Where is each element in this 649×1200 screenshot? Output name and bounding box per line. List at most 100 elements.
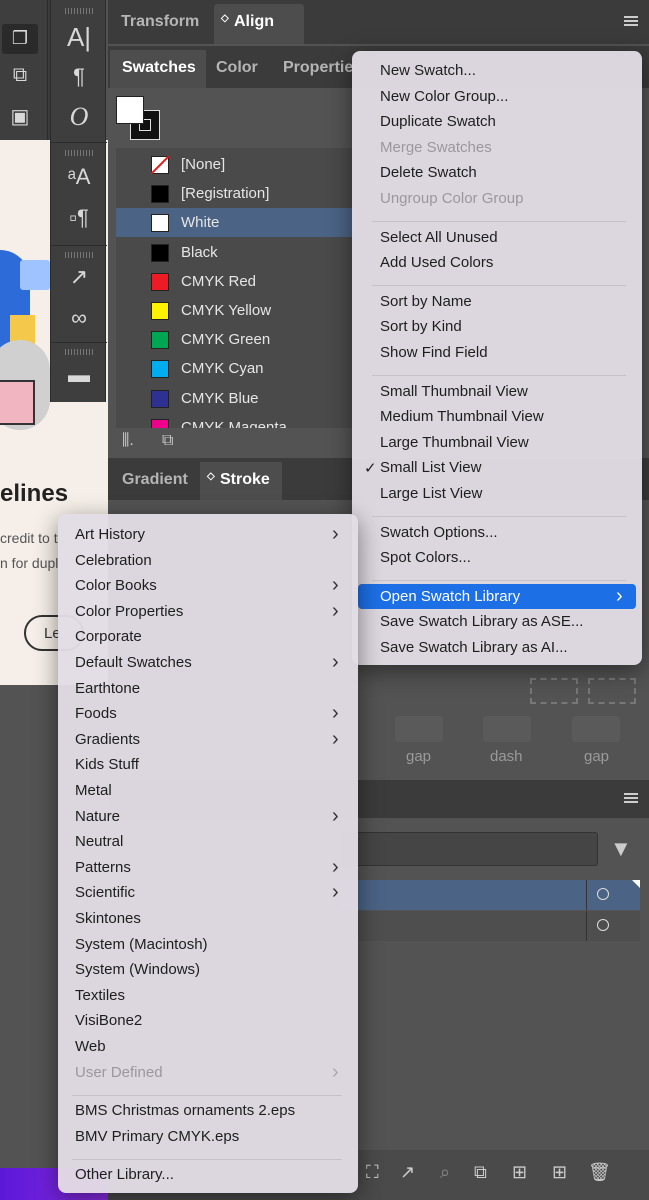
menu-item-new-color-group[interactable]: New Color Group... [380, 88, 508, 105]
menu-item-add-used-colors[interactable]: Add Used Colors [380, 254, 493, 271]
paragraph-icon[interactable]: ¶ [59, 64, 99, 90]
menu-item-neutral[interactable]: Neutral [75, 833, 123, 850]
menu-item-other-library[interactable]: Other Library... [75, 1166, 174, 1183]
character-styles-icon[interactable]: ᵃA [59, 164, 99, 190]
menu-item-nature[interactable]: Nature [75, 808, 120, 825]
menu-item-foods[interactable]: Foods [75, 705, 117, 722]
filter-icon[interactable]: ▼ [610, 836, 632, 862]
menu-item-corporate[interactable]: Corporate [75, 628, 142, 645]
menu-item-small-thumbnail-view[interactable]: Small Thumbnail View [380, 383, 528, 400]
export-icon[interactable]: ↗ [59, 264, 99, 290]
menu-item-duplicate-swatch[interactable]: Duplicate Swatch [380, 113, 496, 130]
menu-item-kids-stuff[interactable]: Kids Stuff [75, 756, 139, 773]
menu-item-large-list-view[interactable]: Large List View [380, 485, 482, 502]
overlap-icon[interactable]: ⧉ [474, 1162, 487, 1183]
fill-swatch[interactable] [116, 96, 144, 124]
swatch-row[interactable]: CMYK Magenta [116, 413, 356, 428]
dock-grip[interactable] [65, 8, 93, 14]
list-row-selected[interactable] [340, 880, 640, 910]
swatch-row[interactable]: [Registration] [116, 179, 356, 208]
swatch-row[interactable]: CMYK Red [116, 267, 356, 296]
paragraph-styles-icon[interactable]: ▫¶ [59, 205, 99, 231]
panel-menu-icon[interactable] [624, 793, 638, 803]
swatch-row[interactable]: [None] [116, 150, 356, 179]
link-icon[interactable]: ∞ [59, 305, 99, 331]
menu-item-default-swatches[interactable]: Default Swatches [75, 654, 192, 671]
menu-item-medium-thumbnail-view[interactable]: Medium Thumbnail View [380, 408, 544, 425]
dock-grip[interactable] [65, 150, 93, 156]
menu-item-sort-by-name[interactable]: Sort by Name [380, 293, 472, 310]
menu-item-open-swatch-library[interactable]: Open Swatch Library [380, 588, 520, 605]
menu-item-new-swatch[interactable]: New Swatch... [380, 62, 476, 79]
gap-field[interactable] [572, 716, 620, 742]
tab-swatches[interactable]: Swatches [110, 50, 206, 88]
menu-item-color-properties[interactable]: Color Properties [75, 603, 183, 620]
tab-stroke[interactable]: ◇ Stroke [200, 462, 282, 500]
dock-grip[interactable] [65, 349, 93, 355]
menu-item-show-find-field[interactable]: Show Find Field [380, 344, 488, 361]
menu-item-small-list-view[interactable]: Small List View [380, 459, 481, 476]
menu-item-delete-swatch[interactable]: Delete Swatch [380, 164, 477, 181]
add-group-icon[interactable]: ⊞ [512, 1162, 527, 1183]
frame-icon[interactable]: ⛶ [366, 1162, 379, 1183]
swatch-chip [151, 302, 169, 320]
swatch-name: CMYK Blue [181, 389, 259, 407]
corner-style-icon[interactable] [530, 678, 578, 704]
menu-item-metal[interactable]: Metal [75, 782, 112, 799]
menu-item-celebration[interactable]: Celebration [75, 552, 152, 569]
show-kinds-icon[interactable]: ⧉ [162, 432, 173, 450]
arrange-icon[interactable]: ❐ [2, 24, 38, 54]
menu-item-patterns[interactable]: Patterns [75, 859, 131, 876]
swatch-row[interactable]: Black [116, 238, 356, 267]
swatch-row[interactable]: CMYK Green [116, 325, 356, 354]
menu-item-bms-christmas-ornaments-2-eps[interactable]: BMS Christmas ornaments 2.eps [75, 1102, 295, 1119]
tab-transform[interactable]: Transform [114, 4, 214, 40]
layers-icon[interactable]: ▣ [0, 104, 40, 129]
menu-item-earthtone[interactable]: Earthtone [75, 680, 140, 697]
menu-item-select-all-unused[interactable]: Select All Unused [380, 229, 498, 246]
menu-item-large-thumbnail-view[interactable]: Large Thumbnail View [380, 434, 529, 451]
glyphs-icon[interactable]: O [59, 102, 99, 132]
menu-item-visibone2[interactable]: VisiBone2 [75, 1012, 142, 1029]
menu-item-bmv-primary-cmyk-eps[interactable]: BMV Primary CMYK.eps [75, 1128, 239, 1145]
swatch-row[interactable]: CMYK Blue [116, 384, 356, 413]
search-icon[interactable]: ⌕ [440, 1162, 450, 1183]
tab-gradient[interactable]: Gradient [122, 471, 188, 489]
menu-item-color-books[interactable]: Color Books [75, 577, 157, 594]
menu-item-art-history[interactable]: Art History [75, 526, 145, 543]
trash-icon[interactable]: 🗑 [588, 1162, 611, 1183]
new-icon[interactable]: ⊞ [552, 1162, 567, 1183]
menu-item-system-windows[interactable]: System (Windows) [75, 961, 200, 978]
menu-item-skintones[interactable]: Skintones [75, 910, 141, 927]
menu-item-swatch-options[interactable]: Swatch Options... [380, 524, 498, 541]
menu-item-gradients[interactable]: Gradients [75, 731, 140, 748]
comment-icon[interactable]: ▬ [59, 362, 99, 388]
character-icon[interactable]: A| [59, 22, 99, 53]
transform-icon[interactable]: ⧉ [0, 64, 40, 87]
illustration-shape [20, 260, 50, 290]
panel-menu-icon[interactable] [624, 16, 638, 26]
swatch-row[interactable]: CMYK Cyan [116, 354, 356, 383]
menu-item-system-macintosh[interactable]: System (Macintosh) [75, 936, 208, 953]
filter-input[interactable] [340, 832, 598, 866]
status-circle-icon [597, 888, 609, 900]
export-icon[interactable]: ↗ [400, 1162, 415, 1183]
tab-align[interactable]: ◇ Align [214, 4, 304, 44]
library-icon[interactable]: ⫼. [122, 432, 134, 450]
swatch-row[interactable]: CMYK Yellow [116, 296, 356, 325]
gap-field[interactable] [395, 716, 443, 742]
list-row[interactable] [340, 911, 640, 941]
menu-item-textiles[interactable]: Textiles [75, 987, 125, 1004]
swatch-row[interactable]: White [116, 208, 356, 238]
dock-grip[interactable] [65, 252, 93, 258]
dash-field[interactable] [483, 716, 531, 742]
menu-item-scientific[interactable]: Scientific [75, 884, 135, 901]
menu-item-sort-by-kind[interactable]: Sort by Kind [380, 318, 462, 335]
menu-item-save-swatch-library-as-ase[interactable]: Save Swatch Library as ASE... [380, 613, 583, 630]
menu-item-spot-colors[interactable]: Spot Colors... [380, 549, 471, 566]
menu-item-save-swatch-library-as-ai[interactable]: Save Swatch Library as AI... [380, 639, 568, 656]
menu-item-web[interactable]: Web [75, 1038, 106, 1055]
tab-color[interactable]: Color [216, 59, 258, 77]
corner-style-icon[interactable] [588, 678, 636, 704]
tab-properties[interactable]: Propertie [283, 59, 353, 77]
